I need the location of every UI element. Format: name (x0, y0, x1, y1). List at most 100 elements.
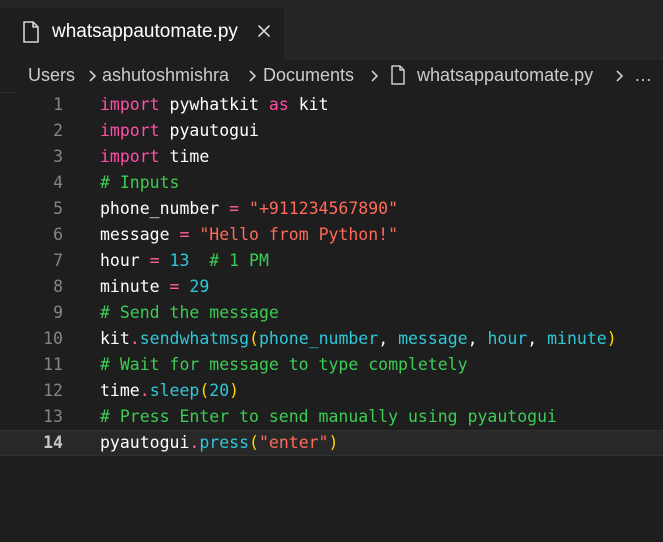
code-token: minute (100, 277, 170, 296)
code-token: # Press Enter to send manually using pya… (100, 407, 557, 426)
code-text: minute = 29 (100, 274, 209, 300)
code-token: hour (100, 251, 150, 270)
breadcrumb: Users ashutoshmishra Documents whatsappa… (0, 60, 663, 92)
code-token: hour (487, 329, 528, 348)
code-line[interactable]: 7 hour = 13 # 1 PM (0, 248, 663, 274)
code-token: time (159, 147, 210, 166)
code-token: 29 (189, 277, 210, 296)
code-token: pyautogui (100, 433, 190, 452)
code-text: # Press Enter to send manually using pya… (100, 404, 557, 430)
code-token: . (189, 433, 200, 452)
line-number: 9 (53, 303, 63, 322)
code-token: minute (547, 329, 607, 348)
line-number: 5 (53, 199, 63, 218)
code-line[interactable]: 12 time.sleep(20) (0, 378, 663, 404)
code-token: "Hello from Python!" (199, 225, 399, 244)
code-token: = (229, 199, 240, 218)
code-text: message = "Hello from Python!" (100, 222, 398, 248)
code-token: message (398, 329, 468, 348)
chevron-right-icon (89, 70, 97, 82)
file-icon (391, 65, 405, 85)
code-line[interactable]: 13 # Press Enter to send manually using p… (0, 404, 663, 430)
code-token: time (100, 381, 140, 400)
code-line[interactable]: 6 message = "Hello from Python!" (0, 222, 663, 248)
code-token: # Send the message (100, 303, 279, 322)
code-token: phone_number (100, 199, 230, 218)
code-line[interactable]: 10 kit.sendwhatmsg(phone_number, message,… (0, 326, 663, 352)
code-token: # Inputs (100, 173, 180, 192)
code-text: # Inputs (100, 170, 179, 196)
code-token: , (527, 329, 548, 348)
code-token: ) (229, 381, 240, 400)
code-token: pywhatkit (159, 95, 269, 114)
code-text: import pywhatkit as kit (100, 92, 329, 118)
line-number: 12 (43, 381, 63, 400)
code-token: = (149, 251, 160, 270)
code-token: ) (328, 433, 339, 452)
code-token: . (139, 381, 150, 400)
code-token: , (467, 329, 488, 348)
line-number: 8 (53, 277, 63, 296)
code-line[interactable]: 8 minute = 29 (0, 274, 663, 300)
code-line[interactable]: 9 # Send the message (0, 300, 663, 326)
line-number: 6 (53, 225, 63, 244)
code-text: import time (100, 144, 209, 170)
code-line[interactable]: 5 phone_number = "+911234567890" (0, 196, 663, 222)
code-token: as (268, 95, 289, 114)
code-text: phone_number = "+911234567890" (100, 196, 398, 222)
line-number: 10 (43, 329, 63, 348)
code-token: = (169, 277, 180, 296)
tab-whatsappautomate[interactable]: whatsappautomate.py (0, 8, 284, 60)
code-token: import (100, 147, 160, 166)
breadcrumb-item-ashutoshmishra[interactable]: ashutoshmishra (102, 60, 229, 90)
code-line[interactable]: 14 pyautogui.press("enter") (0, 430, 663, 456)
line-number: 1 (53, 95, 63, 114)
code-line[interactable]: 4 # Inputs (0, 170, 663, 196)
close-icon[interactable] (256, 23, 272, 39)
code-token: "enter" (258, 433, 329, 452)
code-token: . (129, 329, 140, 348)
code-token: # 1 PM (209, 251, 269, 270)
code-line[interactable]: 3 import time (0, 144, 663, 170)
code-token: kit (288, 95, 329, 114)
code-text: kit.sendwhatmsg(phone_number, message, h… (100, 326, 617, 352)
code-token: sleep (149, 381, 200, 400)
code-text: # Wait for message to type completely (100, 352, 468, 378)
code-token: 20 (209, 381, 230, 400)
code-editor[interactable]: 1 import pywhatkit as kit 2 import pyautogu… (0, 92, 663, 542)
line-number: 4 (53, 173, 63, 192)
code-token: kit (100, 329, 130, 348)
chevron-right-icon (371, 70, 379, 82)
code-text: time.sleep(20) (100, 378, 239, 404)
code-token: sendwhatmsg (139, 329, 250, 348)
breadcrumb-item-documents[interactable]: Documents (263, 60, 354, 90)
line-number: 3 (53, 147, 63, 166)
code-text: hour = 13 # 1 PM (100, 248, 269, 274)
code-token: = (179, 225, 190, 244)
code-line[interactable]: 1 import pywhatkit as kit (0, 92, 663, 118)
code-token: message (100, 225, 180, 244)
breadcrumb-item-file[interactable]: whatsappautomate.py (417, 60, 593, 90)
editor-window: whatsappautomate.py Users ashutoshmishra… (0, 0, 663, 542)
code-token: import (100, 95, 160, 114)
code-token: # Wait for message to type completely (100, 355, 468, 374)
line-number: 2 (53, 121, 63, 140)
line-number: 13 (43, 407, 63, 426)
chevron-right-icon (616, 70, 624, 82)
code-token: , (378, 329, 399, 348)
chevron-right-icon (249, 70, 257, 82)
code-line[interactable]: 2 import pyautogui (0, 118, 663, 144)
line-number: 7 (53, 251, 63, 270)
code-line[interactable]: 11 # Wait for message to type completely (0, 352, 663, 378)
code-token: pyautogui (159, 121, 259, 140)
code-token: import (100, 121, 160, 140)
code-text: # Send the message (100, 300, 279, 326)
tab-bar: whatsappautomate.py (0, 0, 663, 60)
line-number: 11 (43, 355, 63, 374)
breadcrumb-item-users[interactable]: Users (28, 60, 75, 90)
breadcrumb-item-more[interactable]: … (634, 60, 652, 90)
